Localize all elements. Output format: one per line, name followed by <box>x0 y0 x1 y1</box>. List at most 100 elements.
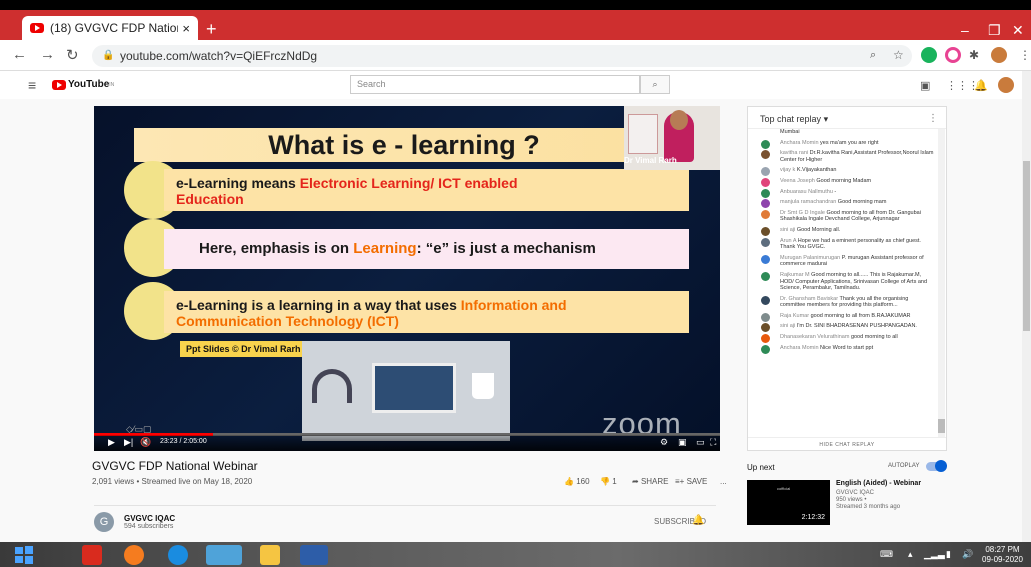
youtube-logo[interactable]: YouTube IN <box>52 79 114 90</box>
url-text: youtube.com/watch?v=QiEFrczNdDg <box>120 49 318 63</box>
word-icon[interactable] <box>300 545 328 565</box>
edge-icon[interactable] <box>168 545 188 565</box>
chat-menu-icon[interactable]: ⋮ <box>928 113 938 124</box>
profile-avatar-icon[interactable] <box>991 47 1007 63</box>
fullscreen-icon[interactable]: ⛶ <box>710 437 716 448</box>
autoplay-toggle[interactable] <box>926 460 947 472</box>
video-player[interactable]: What is e - learning ? e-Learning means … <box>94 106 720 451</box>
url-bar[interactable]: 🔒 youtube.com/watch?v=QiEFrczNdDg <box>92 45 912 67</box>
video-title: GVGVC FDP National Webinar <box>92 459 258 473</box>
chat-author: Anchara Momin <box>780 139 821 146</box>
chat-author: kavitha rani <box>780 150 810 157</box>
like-button[interactable]: 👍 160 <box>564 477 590 486</box>
channel-name[interactable]: GVGVC IQAC <box>124 514 175 523</box>
chat-message: Mumbai <box>748 127 938 138</box>
watch-page: What is e - learning ? e-Learning means … <box>0 99 1031 542</box>
chat-message: kavitha rani Dr.R.kavitha Rani,Assistant… <box>748 148 938 165</box>
headphones-icon <box>312 369 352 403</box>
tab-close-button[interactable]: × <box>182 21 190 36</box>
subscriber-count: 594 subscribers <box>124 523 174 530</box>
chat-scroll-thumb[interactable] <box>938 419 945 433</box>
bullet1-highlight-2: Education <box>176 191 244 207</box>
chat-message: sini aji Good Morning all. <box>748 225 938 236</box>
time-display: 23:23 / 2:05:00 <box>160 438 207 445</box>
puzzle-icon[interactable]: ✱ <box>969 48 979 62</box>
hamburger-menu-icon[interactable]: ≡ <box>28 77 36 93</box>
browser-tab[interactable]: (18) GVGVC FDP National Webin × <box>22 16 198 40</box>
dislike-count: 1 <box>612 477 617 486</box>
chat-avatar-icon <box>761 237 770 247</box>
chat-header[interactable]: Top chat replay ▾ ⋮ <box>748 107 946 129</box>
share-button[interactable]: ➦ SHARE <box>632 477 669 486</box>
chat-text: yes ma'am you are right <box>820 139 879 146</box>
hide-chat-button[interactable]: HIDE CHAT REPLAY <box>748 437 946 451</box>
chat-message: Rajkumar M Good morning to all...... Thi… <box>748 270 938 294</box>
chat-message: Raja Kumar good morning to all from B.RA… <box>748 311 938 322</box>
theater-mode-icon[interactable]: ▭ <box>696 437 705 448</box>
bullet2-text-2: : “e” is just a mechanism <box>416 240 596 257</box>
reload-icon[interactable]: ↻ <box>66 46 79 64</box>
top-strip <box>0 0 1031 10</box>
page-scrollbar[interactable] <box>1022 71 1031 542</box>
chat-message: manjula ramachandran Good morning mam <box>748 197 938 209</box>
tray-chevron-icon[interactable]: ▴ <box>908 549 913 560</box>
next-icon[interactable]: ▶| <box>124 437 133 448</box>
recommended-title[interactable]: English (Aided) - Webinar <box>836 480 921 487</box>
bookmark-star-icon[interactable]: ☆ <box>893 48 904 62</box>
chat-text: - <box>834 188 837 195</box>
recommended-thumbnail[interactable]: cofficial 2:12:32 <box>747 480 830 525</box>
chat-replay-panel: Top chat replay ▾ ⋮ Mumbai Anchara Momin … <box>747 106 947 451</box>
notifications-bell-icon[interactable]: 🔔 <box>974 79 988 92</box>
miniplayer-icon[interactable]: ▣ <box>678 437 687 448</box>
chrome-icon[interactable] <box>206 545 242 565</box>
save-button[interactable]: ≡+ SAVE <box>675 477 707 486</box>
play-icon[interactable]: ▶ <box>108 437 115 448</box>
search-button[interactable]: ⌕ <box>640 75 670 94</box>
account-avatar-icon[interactable] <box>998 77 1014 93</box>
new-tab-button[interactable]: + <box>206 20 217 38</box>
bullet1-highlight: Electronic Learning/ ICT enabled <box>299 175 518 191</box>
close-window-button[interactable]: ✕ <box>1012 22 1024 39</box>
chat-text: Mumbai <box>780 129 800 135</box>
notification-bell-icon[interactable]: 🔔 <box>692 515 704 526</box>
zoom-icon[interactable]: ⌕ <box>870 49 876 62</box>
windows-start-icon[interactable] <box>14 545 34 565</box>
dislike-button[interactable]: 👎 1 <box>600 477 617 486</box>
forward-arrow-icon[interactable]: → <box>40 46 55 63</box>
channel-avatar[interactable]: G <box>94 512 114 532</box>
speaker-icon[interactable]: 🔊 <box>962 549 973 560</box>
firefox-icon[interactable] <box>124 545 144 565</box>
taskbar-clock[interactable]: 08:27 PM 09-09-2020 <box>982 545 1023 565</box>
volume-muted-icon[interactable]: 🔇 <box>140 437 151 448</box>
chat-message: Anbuarasu Nallmuthu - <box>748 187 938 198</box>
clock-date: 09-09-2020 <box>982 555 1023 564</box>
menu-dots-icon[interactable]: ⋮ <box>1019 48 1031 62</box>
page-scroll-thumb[interactable] <box>1023 161 1030 331</box>
chat-message: Dhanasekaran Velurathinam good morning t… <box>748 332 938 344</box>
more-actions-button[interactable]: ... <box>720 477 727 486</box>
share-label: SHARE <box>640 477 669 486</box>
clock-time: 08:27 PM <box>985 545 1020 554</box>
battery-icon[interactable]: ▮ <box>946 549 951 560</box>
acrobat-reader-icon[interactable] <box>82 545 102 565</box>
maximize-button[interactable]: ❐ <box>988 22 1001 39</box>
extension-icon[interactable] <box>945 47 961 63</box>
create-video-icon[interactable]: ▣ <box>920 79 930 92</box>
chat-message-list[interactable]: Mumbai Anchara Momin yes ma'am you are ri… <box>748 127 938 437</box>
settings-gear-icon[interactable]: ⚙ <box>660 437 668 448</box>
signal-icon[interactable]: ▁▂▃ <box>924 549 945 560</box>
minimize-button[interactable]: – <box>961 22 969 38</box>
speaker-face <box>670 110 688 130</box>
keyboard-icon[interactable]: ⌨ <box>880 549 893 560</box>
file-explorer-icon[interactable] <box>260 545 280 565</box>
chat-message: Anchara Momin yes ma'am you are right <box>748 138 938 149</box>
chat-scrollbar[interactable] <box>938 129 945 437</box>
coffee-cup-icon <box>472 373 494 399</box>
speaker-name-label: Dr Vimal Rarh <box>624 156 677 165</box>
back-arrow-icon[interactable]: ← <box>12 46 27 63</box>
search-input[interactable]: Search <box>350 75 640 94</box>
bullet2-highlight: Learning <box>353 240 417 257</box>
poster-image <box>628 114 658 154</box>
extension-icon[interactable] <box>921 47 937 63</box>
chat-message: sini aji I'm Dr. SINI BHADRASENAN PUSHPA… <box>748 321 938 333</box>
